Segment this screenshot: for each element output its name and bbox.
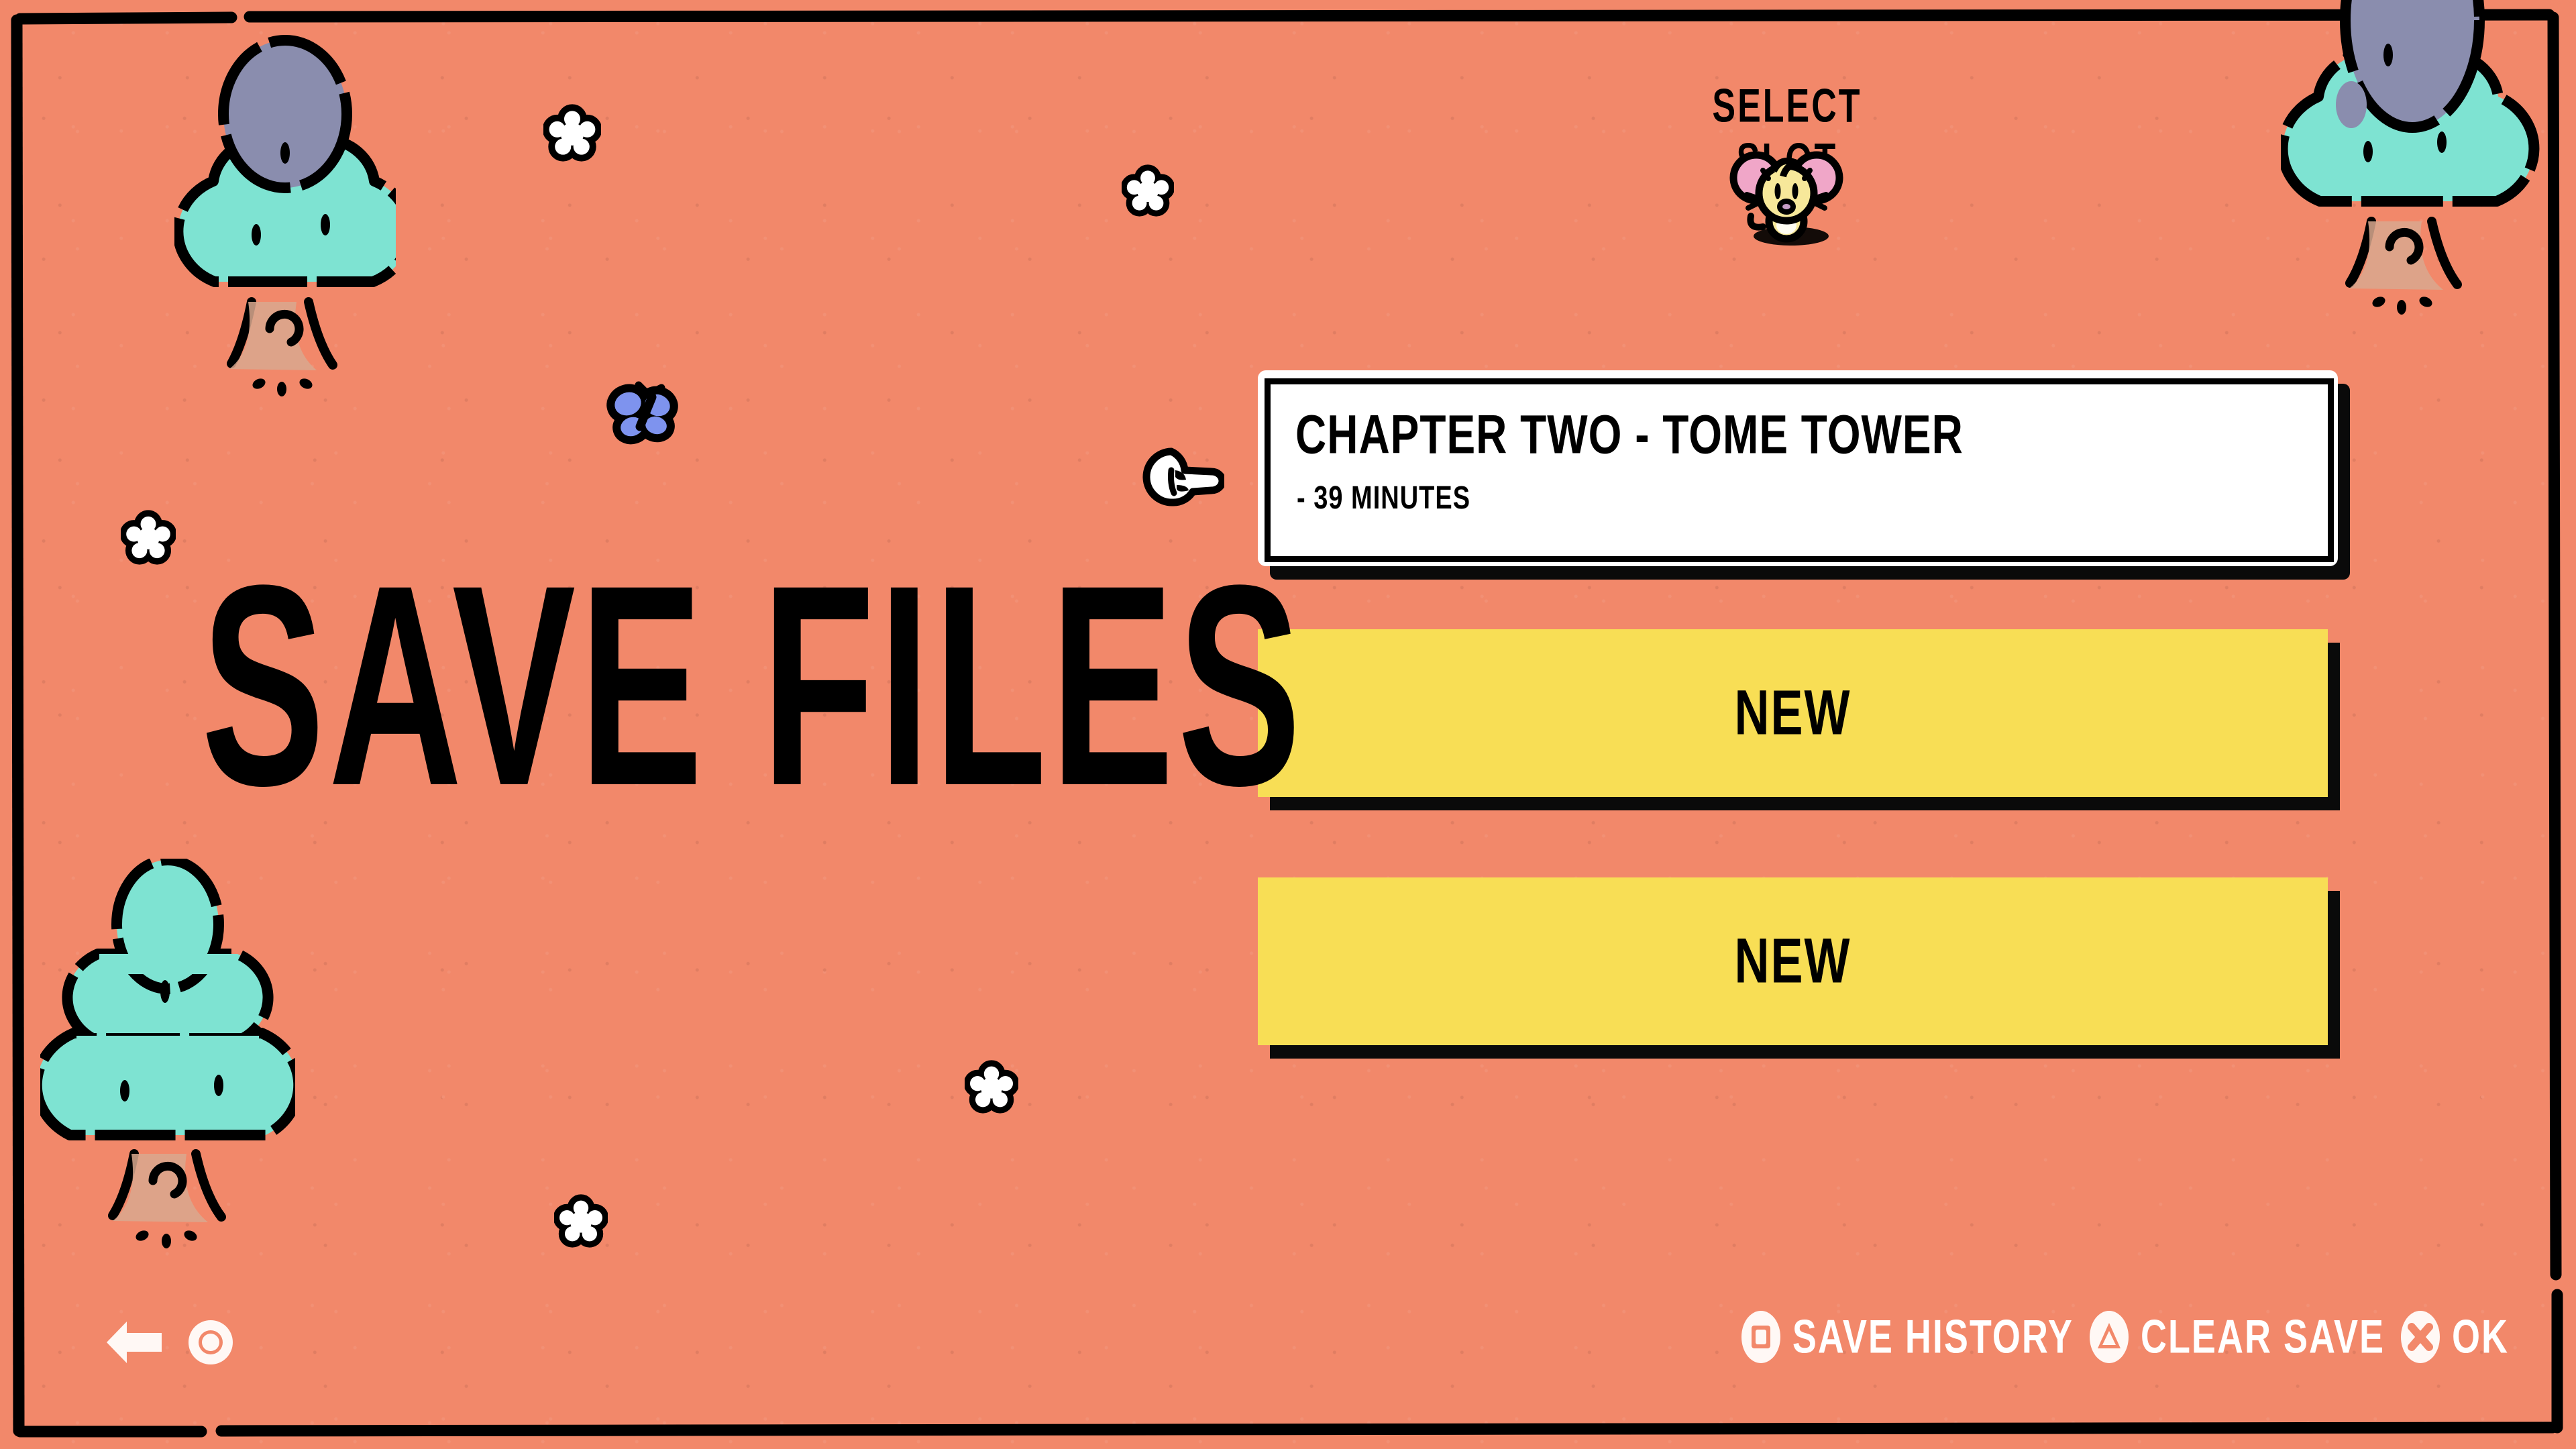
save-slot-title: CHAPTER TWO - TOME TOWER [1295, 403, 1964, 466]
mouse-mascot-icon [1729, 151, 1843, 246]
save-slot-playtime: - 39 MINUTES [1297, 480, 1471, 517]
new-button-body: NEW [1258, 877, 2328, 1045]
control-hints: SAVE HISTORY CLEAR SAVE OK [1740, 1309, 2509, 1364]
pointing-hand-cursor-icon [1142, 447, 1224, 506]
bottom-left-nav [104, 1313, 235, 1371]
hint-clear-save[interactable]: CLEAR SAVE [2088, 1309, 2385, 1364]
square-button-icon [1741, 1311, 1780, 1363]
back-arrow-icon[interactable] [104, 1313, 166, 1371]
flower-icon [965, 1060, 1018, 1114]
hint-label: SAVE HISTORY [1792, 1311, 2074, 1363]
new-save-button-1[interactable]: NEW [1258, 629, 2340, 810]
new-button-label: NEW [1734, 678, 1851, 749]
tree-top-right [2281, 0, 2540, 315]
circle-button-icon[interactable] [186, 1318, 235, 1367]
hint-save-history[interactable]: SAVE HISTORY [1740, 1309, 2074, 1364]
triangle-button-icon [2089, 1311, 2129, 1363]
save-slot-body: CHAPTER TWO - TOME TOWER - 39 MINUTES [1258, 370, 2338, 566]
hint-label: CLEAR SAVE [2140, 1311, 2385, 1363]
hint-label: OK [2452, 1311, 2509, 1363]
flower-icon [554, 1194, 608, 1248]
save-slot-1[interactable]: CHAPTER TWO - TOME TOWER - 39 MINUTES [1258, 370, 2350, 580]
new-button-body: NEW [1258, 629, 2328, 797]
cross-button-icon [2401, 1311, 2440, 1363]
hint-ok[interactable]: OK [2400, 1309, 2509, 1364]
new-save-button-2[interactable]: NEW [1258, 877, 2340, 1059]
game-screen: SELECT SLOT [0, 0, 2576, 1449]
flower-icon [121, 510, 176, 565]
flower-icon [543, 104, 601, 162]
flower-icon [1122, 164, 1174, 217]
butterfly-icon [606, 381, 678, 445]
new-button-label: NEW [1734, 926, 1851, 997]
page-title: SAVE FILES [201, 525, 1305, 845]
tree-bottom-left [40, 859, 295, 1248]
tree-top-left [174, 35, 396, 396]
